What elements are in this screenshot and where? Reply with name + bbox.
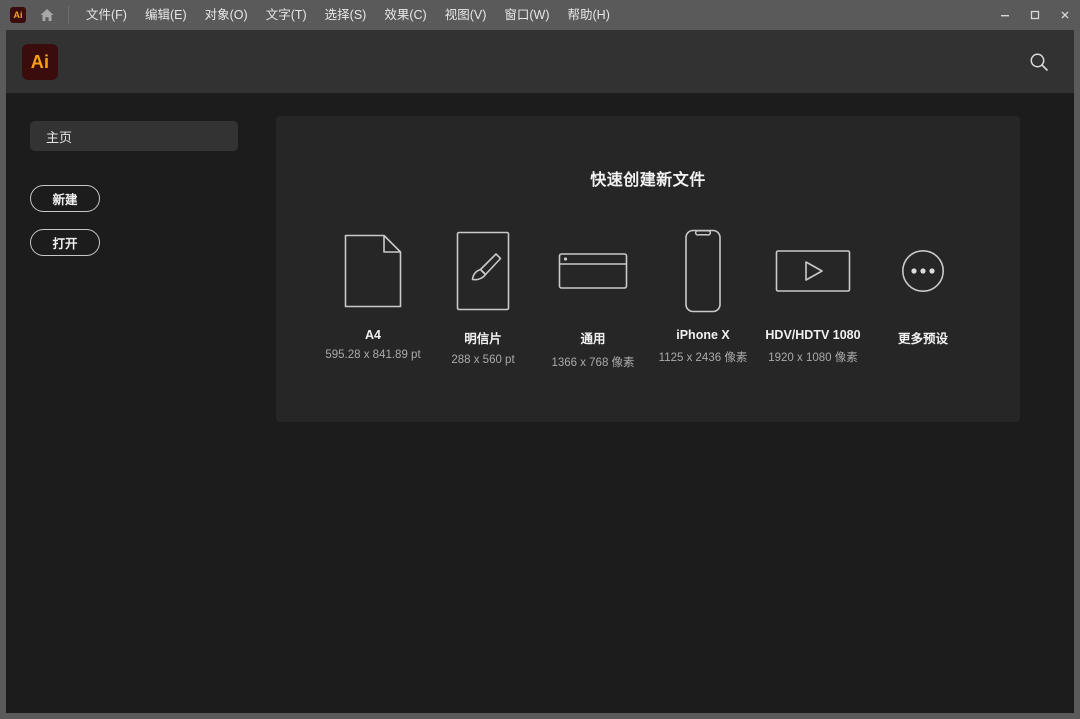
- app-header: Ai: [6, 30, 1074, 93]
- sidebar: 主页 新建 打开: [6, 93, 276, 713]
- minimize-button[interactable]: [990, 2, 1020, 28]
- preset-row: A4 595.28 x 841.89 pt 明信片 288 x 560 pt 通…: [276, 228, 1020, 370]
- preset-postcard-size: 288 x 560 pt: [451, 354, 515, 366]
- preset-iphone-x-name: iPhone X: [676, 328, 730, 342]
- menu-item-effect[interactable]: 效果(C): [375, 0, 435, 30]
- menu-separator: [68, 6, 69, 24]
- phone-icon: [680, 228, 726, 314]
- illustrator-window: Ai 文件(F) 编辑(E) 对象(O) 文字(T) 选择(S) 效果(C) 视…: [0, 0, 1080, 719]
- menu-item-help[interactable]: 帮助(H): [559, 0, 619, 30]
- preset-a4[interactable]: A4 595.28 x 841.89 pt: [318, 228, 428, 361]
- more-ellipsis-icon: [901, 228, 945, 314]
- paintbrush-canvas-icon: [456, 228, 510, 314]
- menu-item-select[interactable]: 选择(S): [316, 0, 376, 30]
- preset-hdtv-1080-size: 1920 x 1080 像素: [768, 352, 858, 364]
- window-frame: Ai 主页 新建 打开 快速创建新文件 A4 595.28 x 841.89 p…: [0, 30, 1080, 719]
- close-button[interactable]: [1050, 2, 1080, 28]
- preset-a4-size: 595.28 x 841.89 pt: [325, 349, 421, 361]
- menu-item-view[interactable]: 视图(V): [436, 0, 496, 30]
- preset-hdtv-1080-name: HDV/HDTV 1080: [765, 328, 861, 342]
- video-play-icon: [775, 228, 851, 314]
- preset-more[interactable]: 更多预设: [868, 228, 978, 354]
- preset-a4-name: A4: [365, 328, 381, 342]
- content-area: 快速创建新文件 A4 595.28 x 841.89 pt 明信片 288 x …: [276, 93, 1074, 713]
- preset-hdtv-1080[interactable]: HDV/HDTV 1080 1920 x 1080 像素: [758, 228, 868, 365]
- maximize-button[interactable]: [1020, 2, 1050, 28]
- open-file-button-label: 打开: [52, 237, 78, 251]
- preset-web-size: 1366 x 768 像素: [551, 357, 635, 369]
- menu-item-edit[interactable]: 编辑(E): [136, 0, 196, 30]
- preset-web-name: 通用: [580, 332, 606, 346]
- preset-iphone-x-size: 1125 x 2436 像素: [658, 352, 748, 364]
- new-file-button-label: 新建: [52, 193, 78, 207]
- preset-web[interactable]: 通用 1366 x 768 像素: [538, 228, 648, 370]
- main-region: 主页 新建 打开 快速创建新文件 A4 595.28 x 841.89 pt 明…: [6, 93, 1074, 713]
- home-icon[interactable]: [30, 0, 64, 30]
- menu-items: 文件(F) 编辑(E) 对象(O) 文字(T) 选择(S) 效果(C) 视图(V…: [77, 0, 619, 30]
- menu-item-window[interactable]: 窗口(W): [495, 0, 558, 30]
- preset-postcard-name: 明信片: [464, 332, 502, 346]
- app-icon-ai: Ai: [10, 7, 26, 23]
- menu-item-object[interactable]: 对象(O): [196, 0, 257, 30]
- menu-item-type[interactable]: 文字(T): [257, 0, 316, 30]
- open-file-button[interactable]: 打开: [30, 229, 100, 256]
- card-title: 快速创建新文件: [590, 172, 706, 189]
- app-content: Ai 主页 新建 打开 快速创建新文件 A4 595.28 x 841.89 p…: [6, 30, 1074, 713]
- window-controls: [990, 0, 1080, 30]
- sidebar-item-home-label: 主页: [46, 129, 73, 145]
- preset-postcard[interactable]: 明信片 288 x 560 pt: [428, 228, 538, 366]
- browser-window-icon: [558, 228, 628, 314]
- quick-create-card: 快速创建新文件 A4 595.28 x 841.89 pt 明信片 288 x …: [276, 116, 1020, 422]
- title-menu-bar: Ai 文件(F) 编辑(E) 对象(O) 文字(T) 选择(S) 效果(C) 视…: [0, 0, 1080, 30]
- sidebar-actions: 新建 打开: [30, 185, 276, 256]
- search-icon[interactable]: [1022, 45, 1056, 79]
- document-page-icon: [344, 228, 402, 314]
- preset-more-name: 更多预设: [897, 332, 948, 346]
- preset-iphone-x[interactable]: iPhone X 1125 x 2436 像素: [648, 228, 758, 365]
- menu-item-file[interactable]: 文件(F): [77, 0, 136, 30]
- illustrator-logo: Ai: [22, 43, 58, 80]
- new-file-button[interactable]: 新建: [30, 185, 100, 212]
- sidebar-item-home[interactable]: 主页: [30, 121, 238, 151]
